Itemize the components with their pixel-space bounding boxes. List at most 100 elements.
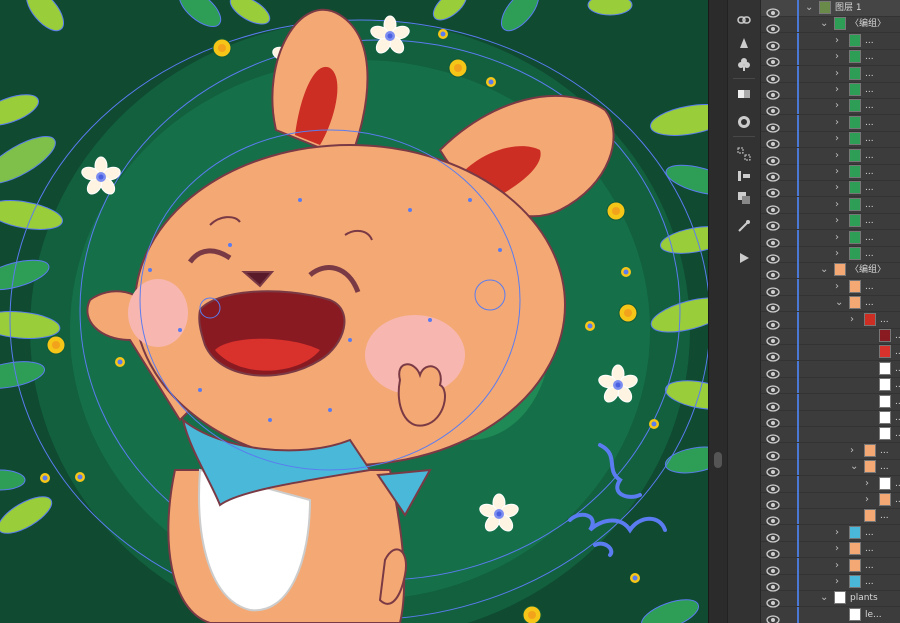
chevron-right-icon[interactable]: › (835, 150, 845, 162)
layer-row[interactable]: ›... (761, 196, 900, 215)
layer-row[interactable]: ›... (761, 82, 900, 100)
layer-row[interactable]: ›... (761, 98, 900, 117)
layer-name[interactable]: ... (895, 493, 900, 507)
layer-name[interactable]: ... (865, 34, 874, 48)
layer-name[interactable]: ... (895, 329, 900, 343)
visibility-eye-icon[interactable] (766, 200, 780, 215)
chevron-down-icon[interactable]: ⌄ (820, 264, 830, 276)
visibility-eye-icon[interactable] (766, 36, 780, 51)
layer-name[interactable]: ... (865, 280, 874, 294)
layer-name[interactable]: ... (865, 247, 874, 261)
layer-row[interactable]: ... (761, 344, 900, 363)
visibility-eye-icon[interactable] (766, 3, 780, 18)
chevron-right-icon[interactable]: › (865, 494, 875, 506)
layer-name[interactable]: ... (895, 477, 900, 491)
visibility-eye-icon[interactable] (766, 216, 780, 231)
chevron-right-icon[interactable]: › (835, 84, 845, 96)
layer-row[interactable]: ⌄ 〈编组〉 (761, 16, 900, 35)
chevron-down-icon[interactable]: ⌄ (820, 592, 830, 604)
layer-row[interactable]: ›... (761, 475, 900, 494)
layer-row[interactable]: ... (761, 377, 900, 395)
layer-name[interactable]: ... (895, 362, 900, 376)
layer-row[interactable]: ›... (761, 557, 900, 576)
layer-name[interactable]: ... (865, 165, 874, 179)
layer-name[interactable]: ... (865, 50, 874, 64)
chevron-down-icon[interactable]: ⌄ (805, 2, 815, 14)
chevron-right-icon[interactable]: › (835, 133, 845, 145)
visibility-eye-icon[interactable] (766, 85, 780, 100)
chevron-right-icon[interactable]: › (835, 199, 845, 211)
visibility-eye-icon[interactable] (766, 167, 780, 182)
visibility-eye-icon[interactable] (766, 118, 780, 133)
layer-name[interactable]: ... (865, 181, 874, 195)
layer-row[interactable]: ›... (761, 164, 900, 182)
visibility-eye-icon[interactable] (766, 298, 780, 313)
visibility-eye-icon[interactable] (766, 561, 780, 576)
layer-name[interactable]: ... (865, 83, 874, 97)
chevron-right-icon[interactable]: › (850, 445, 860, 457)
layer-name[interactable]: ... (880, 313, 889, 327)
appearance-icon[interactable] (734, 112, 754, 132)
layer-row[interactable]: ›... (761, 311, 900, 330)
layer-row[interactable]: ›... (761, 49, 900, 67)
artboard-canvas[interactable] (0, 0, 708, 623)
layer-name[interactable]: 〈编组〉 (850, 263, 886, 277)
chevron-right-icon[interactable]: › (835, 182, 845, 194)
chevron-right-icon[interactable]: › (835, 543, 845, 555)
layer-row[interactable]: ... (761, 393, 900, 412)
layer-name[interactable]: ... (865, 542, 874, 556)
layer-row[interactable]: ... (761, 410, 900, 428)
chevron-right-icon[interactable]: › (850, 314, 860, 326)
visibility-eye-icon[interactable] (766, 479, 780, 494)
layer-name[interactable]: ... (865, 559, 874, 573)
chevron-right-icon[interactable]: › (835, 248, 845, 260)
visibility-eye-icon[interactable] (766, 577, 780, 592)
layer-row[interactable]: ›... (761, 246, 900, 264)
visibility-eye-icon[interactable] (766, 397, 780, 412)
visibility-eye-icon[interactable] (766, 511, 780, 527)
visibility-eye-icon[interactable] (766, 610, 780, 623)
visibility-eye-icon[interactable] (766, 331, 780, 346)
layer-name[interactable]: ... (895, 378, 900, 392)
canvas-vertical-scrollbar[interactable] (708, 0, 727, 623)
visibility-eye-icon[interactable] (766, 429, 780, 445)
link-icon[interactable] (734, 10, 754, 30)
visibility-eye-icon[interactable] (766, 593, 780, 609)
chevron-right-icon[interactable]: › (835, 281, 845, 293)
visibility-eye-icon[interactable] (766, 446, 780, 461)
layer-row[interactable]: le... (761, 606, 900, 623)
layer-row[interactable]: ›... (761, 524, 900, 543)
layer-row[interactable]: ⌄ 图层 1 (761, 0, 900, 18)
chevron-right-icon[interactable]: › (835, 232, 845, 244)
layer-name[interactable]: ... (865, 526, 874, 540)
visibility-eye-icon[interactable] (766, 462, 780, 477)
layer-name[interactable]: ... (865, 132, 874, 146)
layer-name[interactable]: 图层 1 (835, 1, 862, 15)
layer-row[interactable]: ⌄ plants (761, 590, 900, 609)
chevron-right-icon[interactable]: › (835, 560, 845, 572)
visibility-eye-icon[interactable] (766, 151, 780, 166)
transform-icon[interactable] (734, 166, 754, 186)
layer-row[interactable]: ... (761, 508, 900, 527)
layer-name[interactable]: 〈编组〉 (850, 17, 886, 31)
visibility-eye-icon[interactable] (766, 19, 780, 35)
visibility-eye-icon[interactable] (766, 282, 780, 297)
layer-row[interactable]: ⌄ 〈编组〉 (761, 262, 900, 281)
layer-name[interactable]: ... (880, 444, 889, 458)
visibility-eye-icon[interactable] (766, 380, 780, 395)
visibility-eye-icon[interactable] (766, 347, 780, 363)
layer-name[interactable]: ... (880, 460, 889, 474)
layer-row[interactable]: ... (761, 328, 900, 346)
layer-row[interactable]: ›... (761, 574, 900, 592)
layer-name[interactable]: ... (865, 296, 874, 310)
chevron-right-icon[interactable]: › (835, 527, 845, 539)
symbol-icon[interactable] (734, 54, 754, 74)
layer-name[interactable]: le... (865, 608, 882, 622)
layer-row[interactable]: ›... (761, 229, 900, 248)
chevron-down-icon[interactable]: ⌄ (820, 18, 830, 30)
layer-row[interactable]: ›... (761, 32, 900, 51)
puppet-warp-icon[interactable] (734, 32, 754, 52)
layer-row[interactable]: ›... (761, 213, 900, 231)
gradient-icon[interactable] (734, 84, 754, 104)
layer-row[interactable]: ›... (761, 492, 900, 510)
